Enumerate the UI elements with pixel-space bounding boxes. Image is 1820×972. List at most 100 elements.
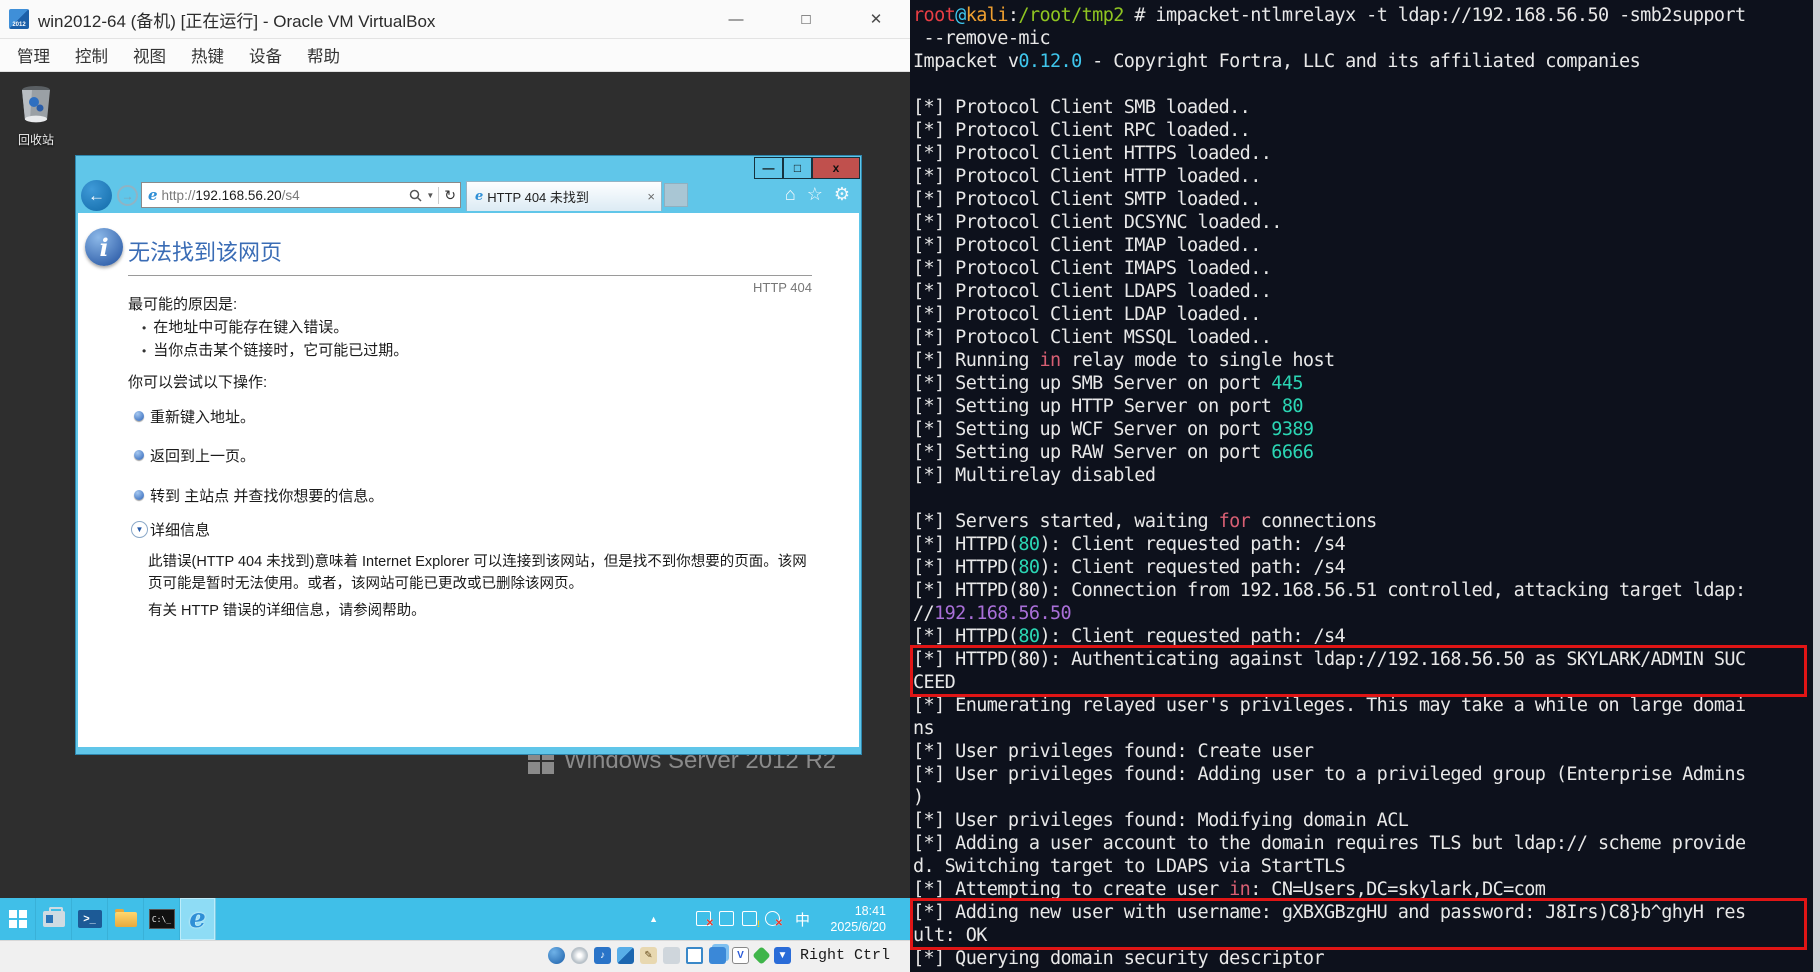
terminal-line: [*] Protocol Client SMTP loaded.. xyxy=(910,188,1820,211)
ie-close-button[interactable]: x xyxy=(812,157,860,179)
windows-list-icon[interactable] xyxy=(709,947,726,964)
back-button[interactable]: ← xyxy=(81,180,112,211)
harddisk-icon[interactable] xyxy=(548,947,565,964)
menu-machine[interactable]: 管理 xyxy=(17,43,50,67)
bullet-icon xyxy=(134,450,144,460)
recording-icon[interactable]: V xyxy=(732,947,749,964)
cmd-button[interactable]: C:\_ xyxy=(144,898,180,940)
update-icon[interactable] xyxy=(719,911,734,926)
ie-window: — □ x ← → e http://192.168.56.20/s4 ▼ ↻ xyxy=(75,155,862,755)
bullet-icon xyxy=(134,411,144,421)
details-expander-icon[interactable]: ▼ xyxy=(131,521,148,538)
taskbar-clock[interactable]: 18:41 2025/6/20 xyxy=(830,903,886,935)
ime-indicator[interactable]: 中 xyxy=(795,909,810,930)
vm-desktop: 回收站 Windows Server 2012 R2 — □ x ← → e xyxy=(0,72,910,898)
clock-time: 18:41 xyxy=(830,903,886,919)
action-item: 重新键入地址。 xyxy=(150,406,255,427)
terminal-line: [*] Multirelay disabled xyxy=(910,464,1820,487)
terminal-line: ) xyxy=(910,786,1820,809)
terminal-line: [*] User privileges found: Adding user t… xyxy=(910,763,1820,786)
terminal-line: [*] Protocol Client LDAP loaded.. xyxy=(910,303,1820,326)
terminal-output: root@kali:/root/tmp2 # impacket-ntlmrela… xyxy=(910,4,1820,972)
ie-page-icon: e xyxy=(148,186,158,204)
ie-maximize-button[interactable]: □ xyxy=(783,157,812,179)
server-manager-button[interactable] xyxy=(36,898,72,940)
features-icon[interactable] xyxy=(752,946,770,964)
kali-terminal[interactable]: root@kali:/root/tmp2 # impacket-ntlmrela… xyxy=(910,0,1820,972)
terminal-line: d. Switching target to LDAPS via StartTL… xyxy=(910,855,1820,878)
cause-item: •在地址中可能存在键入错误。 xyxy=(142,316,348,337)
terminal-line: ult: OK xyxy=(910,924,1820,947)
folder-icon xyxy=(115,912,137,927)
url-text: http://192.168.56.20/s4 xyxy=(162,188,410,203)
terminal-line: [*] Servers started, waiting for connect… xyxy=(910,510,1820,533)
minimize-button[interactable]: — xyxy=(724,11,748,28)
recycle-bin[interactable]: 回收站 xyxy=(10,84,62,148)
home-icon[interactable]: ⌂ xyxy=(785,184,796,205)
pointer-icon[interactable]: ✎ xyxy=(640,947,657,964)
menu-devices[interactable]: 设备 xyxy=(249,43,282,67)
maximize-button[interactable]: □ xyxy=(794,11,818,28)
terminal-line: [*] Protocol Client DCSYNC loaded.. xyxy=(910,211,1820,234)
powershell-button[interactable]: >_ xyxy=(72,898,108,940)
terminal-line: CEED xyxy=(910,671,1820,694)
terminal-line: [*] Adding a user account to the domain … xyxy=(910,832,1820,855)
display-icon[interactable] xyxy=(686,947,703,964)
new-tab-button[interactable] xyxy=(664,183,688,207)
terminal-line: //192.168.56.50 xyxy=(910,602,1820,625)
terminal-line: [*] Setting up HTTP Server on port 80 xyxy=(910,395,1820,418)
ie-minimize-button[interactable]: — xyxy=(754,157,783,179)
error-page: i 无法找到该网页 HTTP 404 最可能的原因是: •在地址中可能存在键入错… xyxy=(78,213,859,747)
terminal-line: [*] HTTPD(80): Connection from 192.168.5… xyxy=(910,579,1820,602)
terminal-line: [*] Protocol Client SMB loaded.. xyxy=(910,96,1820,119)
tab-title: HTTP 404 未找到 xyxy=(487,187,643,206)
terminal-line: [*] HTTPD(80): Authenticating against ld… xyxy=(910,648,1820,671)
shared-folder-icon[interactable] xyxy=(663,947,680,964)
menu-hotkeys[interactable]: 热键 xyxy=(191,43,224,67)
terminal-line: [*] Running in relay mode to single host xyxy=(910,349,1820,372)
favorites-star-icon[interactable]: ☆ xyxy=(807,184,823,205)
forward-button[interactable]: → xyxy=(117,185,138,206)
host-key-icon[interactable]: ▼ xyxy=(774,947,791,964)
file-explorer-button[interactable] xyxy=(108,898,144,940)
tab-close-icon[interactable]: × xyxy=(643,189,655,204)
action-item: 返回到上一页。 xyxy=(150,445,255,466)
settings-gear-icon[interactable]: ⚙ xyxy=(834,184,850,205)
terminal-scrollbar[interactable] xyxy=(1813,0,1820,972)
terminal-line: [*] Protocol Client IMAP loaded.. xyxy=(910,234,1820,257)
address-bar[interactable]: e http://192.168.56.20/s4 ▼ ↻ xyxy=(141,182,461,208)
terminal-line: Impacket v0.12.0 - Copyright Fortra, LLC… xyxy=(910,50,1820,73)
search-dropdown-icon[interactable]: ▼ xyxy=(426,191,434,200)
terminal-line: [*] HTTPD(80): Client requested path: /s… xyxy=(910,625,1820,648)
terminal-line: [*] Attempting to create user in: CN=Use… xyxy=(910,878,1820,901)
causes-title: 最可能的原因是: xyxy=(128,293,237,314)
screen: win2012-64 (备机) [正在运行] - Oracle VM Virtu… xyxy=(0,0,1820,972)
details-text: 此错误(HTTP 404 未找到)意味着 Internet Explorer 可… xyxy=(148,551,814,595)
network-icon[interactable]: ! xyxy=(742,911,757,926)
start-button[interactable] xyxy=(0,898,36,940)
network-adapter-icon[interactable] xyxy=(617,947,634,964)
window-title: win2012-64 (备机) [正在运行] - Oracle VM Virtu… xyxy=(38,7,435,32)
terminal-line xyxy=(910,487,1820,510)
search-icon[interactable] xyxy=(409,189,422,202)
error-heading: 无法找到该网页 xyxy=(128,235,282,267)
audio-icon[interactable]: ♪ xyxy=(594,947,611,964)
actions-title: 你可以尝试以下操作: xyxy=(128,371,267,392)
tray-expand-icon[interactable]: ▲ xyxy=(649,914,658,924)
browser-tab[interactable]: e HTTP 404 未找到 × xyxy=(466,181,662,211)
ie-navigation-bar: ← → e http://192.168.56.20/s4 ▼ ↻ e HT xyxy=(75,179,862,213)
menu-view[interactable]: 视图 xyxy=(133,43,166,67)
close-button[interactable]: ✕ xyxy=(864,10,888,28)
refresh-icon[interactable]: ↻ xyxy=(438,187,456,204)
ie-taskbar-button[interactable]: e xyxy=(180,898,216,940)
server-manager-icon xyxy=(43,911,65,927)
volume-icon[interactable]: ✕ xyxy=(765,911,780,926)
terminal-line: [*] Protocol Client IMAPS loaded.. xyxy=(910,257,1820,280)
terminal-line: [*] HTTPD(80): Client requested path: /s… xyxy=(910,556,1820,579)
menu-control[interactable]: 控制 xyxy=(75,43,108,67)
terminal-line xyxy=(910,73,1820,96)
notification-icon[interactable]: ✕ xyxy=(696,911,711,926)
menu-help[interactable]: 帮助 xyxy=(307,43,340,67)
details-label[interactable]: 详细信息 xyxy=(150,519,210,540)
optical-disc-icon[interactable] xyxy=(571,947,588,964)
